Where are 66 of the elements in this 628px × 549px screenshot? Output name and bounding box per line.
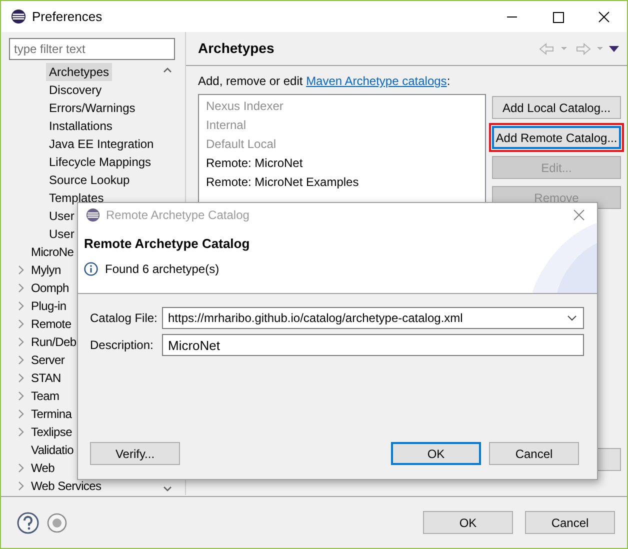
catalog-item[interactable]: Remote: MicroNet [206,154,485,173]
chevron-right-icon[interactable] [17,282,25,293]
tree-item[interactable]: Server [28,350,68,369]
tree-item[interactable]: Lifecycle Mappings [46,152,154,171]
tree-item[interactable]: Texlipse [28,422,75,441]
description-field[interactable]: MicroNet [162,334,584,356]
info-message: Found 6 archetype(s) [105,260,220,278]
chevron-right-icon[interactable] [17,336,25,347]
help-icon[interactable] [17,512,39,534]
dialog-heading: Remote Archetype Catalog [83,235,250,253]
verify-button[interactable]: Verify... [90,442,180,465]
scroll-up-icon[interactable] [163,66,172,73]
tree-item[interactable]: Validatio [28,440,76,459]
tree-item[interactable]: STAN [28,368,64,387]
dialog-button[interactable]: OK [391,442,481,465]
intro-text: Add, remove or edit Maven Archetype catalogs: [198,73,452,89]
catalog-button[interactable]: Add Remote Catalog... [492,126,621,149]
chevron-right-icon[interactable] [17,300,25,311]
footer-button[interactable]: Cancel [525,511,615,534]
tree-item[interactable]: Archetypes [46,62,112,81]
tree-item[interactable]: User [46,206,78,225]
chevron-right-icon[interactable] [17,462,25,473]
record-icon[interactable] [47,512,67,532]
back-arrow-icon[interactable] [539,42,569,54]
eclipse-logo-icon [86,208,100,222]
chevron-right-icon[interactable] [17,390,25,401]
chevron-right-icon[interactable] [17,426,25,437]
chevron-right-icon[interactable] [17,408,25,419]
tree-item[interactable]: Web [28,458,58,477]
page-title: Archetypes [198,39,274,58]
window-title: Preferences [32,8,102,26]
tree-item[interactable]: Errors/Warnings [46,98,138,117]
field-label: Description: [90,337,154,354]
tree-item[interactable]: Termina [28,404,75,423]
filter-field[interactable]: type filter text [9,38,175,60]
tree-item[interactable]: Oomph [28,278,72,297]
tree-item[interactable]: Web Services [28,476,104,495]
tree-item[interactable]: Remote [28,314,74,333]
info-icon [84,262,98,276]
catalog-item[interactable]: Remote: MicroNet Examples [206,173,485,192]
tree-item[interactable]: Java EE Integration [46,134,157,153]
menu-dropdown-icon[interactable] [609,46,619,52]
scroll-down-icon[interactable] [163,486,172,492]
dialog-button[interactable]: Cancel [489,442,579,465]
chevron-right-icon[interactable] [17,318,25,329]
tree-item[interactable]: User [46,224,78,243]
catalogs-link[interactable]: Maven Archetype catalogs [306,74,447,88]
chevron-right-icon[interactable] [17,264,25,275]
tree-item[interactable]: Installations [46,116,116,135]
chevron-down-icon[interactable] [567,315,577,321]
tree-item[interactable]: MicroNe [28,242,77,261]
chevron-right-icon[interactable] [17,354,25,365]
dialog-title: Remote Archetype Catalog [106,207,250,224]
eclipse-logo-icon [11,9,26,24]
tree-item[interactable]: Discovery [46,80,105,99]
tree-item[interactable]: Run/Deb [28,332,80,351]
tree-item[interactable]: Mylyn [28,260,64,279]
catalog-file-combo[interactable]: https://mrharibo.github.io/catalog/archetype-catalog.xml [162,307,584,329]
tree-item[interactable]: Plug-in [28,296,70,315]
chevron-right-icon[interactable] [17,480,25,491]
footer-button[interactable]: OK [423,511,513,534]
tree-item[interactable]: Source Lookup [46,170,133,189]
field-label: Catalog File: [90,310,158,327]
tree-item[interactable]: Team [28,386,62,405]
chevron-right-icon[interactable] [17,372,25,383]
catalog-button[interactable]: Add Local Catalog... [492,96,621,119]
